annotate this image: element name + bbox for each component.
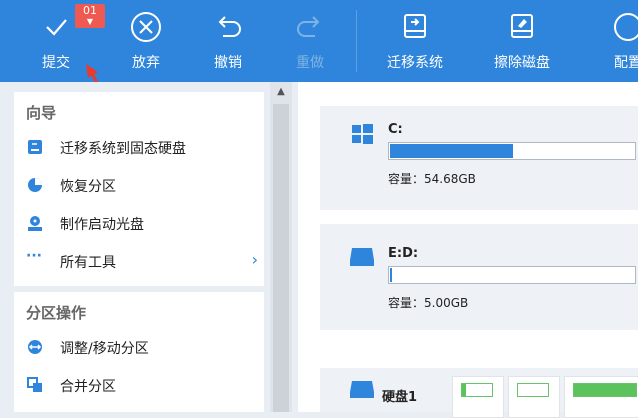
sidebar-item-label: 合并分区 (60, 379, 116, 395)
redo-button[interactable]: 重做 (280, 0, 340, 82)
sidebar-item-resize-partition[interactable]: 调整/移动分区 (26, 336, 262, 360)
chevron-right-icon: › (251, 250, 258, 269)
settings-button[interactable]: 配置 (598, 0, 638, 82)
migrate-disk-icon (404, 14, 426, 38)
sidebar-item-migrate-ssd[interactable]: 迁移系统到固态硬盘 (26, 136, 262, 160)
windows-icon (352, 124, 373, 144)
resize-partition-icon (28, 340, 42, 354)
discard-label: 放弃 (132, 55, 160, 71)
merge-partition-icon (27, 377, 42, 392)
sidebar-item-merge-partition[interactable]: 合并分区 (26, 374, 262, 398)
left-sidebar: 向导 迁移系统到固态硬盘 恢复分区 制作启动光盘 ··· 所有工具 › 分区操作… (0, 82, 296, 412)
check-icon (46, 19, 67, 36)
drive-usage-bar (388, 142, 636, 160)
sidebar-item-all-tools[interactable]: ··· 所有工具 › (26, 248, 262, 274)
sidebar-item-label: 制作启动光盘 (60, 217, 144, 233)
partition-usage-bar (517, 383, 549, 397)
drive-name: C: (388, 122, 403, 137)
settings-icon (614, 13, 638, 41)
sidebar-item-label: 迁移系统到固态硬盘 (60, 141, 186, 157)
partition-usage-fill (574, 384, 636, 396)
drive-usage-bar (388, 266, 636, 284)
undo-button[interactable]: 撤销 (198, 0, 258, 82)
sidebar-item-label: 调整/移动分区 (60, 341, 149, 357)
undo-label: 撤销 (214, 55, 242, 71)
wipe-disk-icon (511, 14, 533, 38)
partition-usage-bar (461, 383, 493, 397)
wipe-disk-button[interactable]: 擦除磁盘 (492, 0, 552, 82)
toolbar-separator (356, 10, 357, 72)
partition-usage-bar (573, 383, 637, 397)
migrate-os-button[interactable]: 迁移系统 (385, 0, 445, 82)
scroll-thumb[interactable] (273, 104, 289, 412)
discard-button[interactable]: 放弃 (116, 0, 176, 82)
migrate-ssd-icon (28, 140, 42, 154)
sidebar-item-label: 所有工具 (60, 255, 116, 271)
redo-label: 重做 (296, 55, 324, 71)
undo-icon (218, 16, 241, 37)
redo-icon (297, 16, 320, 37)
hard-disk-icon (350, 381, 374, 398)
restore-partition-icon (28, 178, 42, 192)
settings-label: 配置 (614, 55, 638, 71)
sidebar-item-restore-partition[interactable]: 恢复分区 (26, 174, 262, 198)
disk-row-1[interactable]: 硬盘1 (320, 368, 638, 418)
disk-map-area: C: 容量：54.68GB E:D: 容量：5.00GB 硬盘1 (298, 82, 638, 418)
more-icon: ··· (26, 248, 42, 264)
drive-usage-fill (390, 144, 513, 158)
partition-operations-panel: 分区操作 调整/移动分区 合并分区 (14, 292, 264, 412)
sidebar-item-bootable-disc[interactable]: 制作启动光盘 (26, 212, 262, 236)
wizard-panel: 向导 迁移系统到固态硬盘 恢复分区 制作启动光盘 ··· 所有工具 › (14, 92, 264, 286)
partition-ops-section-title: 分区操作 (26, 304, 87, 322)
drive-card-e[interactable]: E:D: 容量：5.00GB (320, 224, 638, 330)
migrate-os-label: 迁移系统 (387, 55, 443, 71)
wipe-disk-label: 擦除磁盘 (494, 55, 550, 71)
sidebar-scrollbar[interactable]: ▲ (270, 82, 292, 412)
x-circle-icon (131, 12, 161, 42)
drive-usage-fill (390, 268, 393, 282)
drive-capacity: 容量：54.68GB (388, 172, 476, 186)
disk-label: 硬盘1 (382, 390, 418, 405)
drive-icon (350, 248, 374, 266)
commit-label: 提交 (42, 55, 70, 71)
drive-card-c[interactable]: C: 容量：54.68GB (320, 106, 638, 210)
badge-count: 01 (83, 4, 97, 17)
sidebar-item-label: 恢复分区 (60, 179, 116, 195)
badge-caret-icon: ▼ (86, 17, 94, 26)
drive-capacity: 容量：5.00GB (388, 296, 469, 310)
drive-name: E:D: (388, 246, 419, 261)
scroll-up-icon[interactable]: ▲ (270, 86, 292, 97)
partition-usage-fill (462, 384, 466, 396)
bootable-disc-icon (28, 216, 42, 231)
pending-operations-badge: 01 ▼ (75, 4, 105, 28)
wizard-section-title: 向导 (26, 104, 57, 122)
